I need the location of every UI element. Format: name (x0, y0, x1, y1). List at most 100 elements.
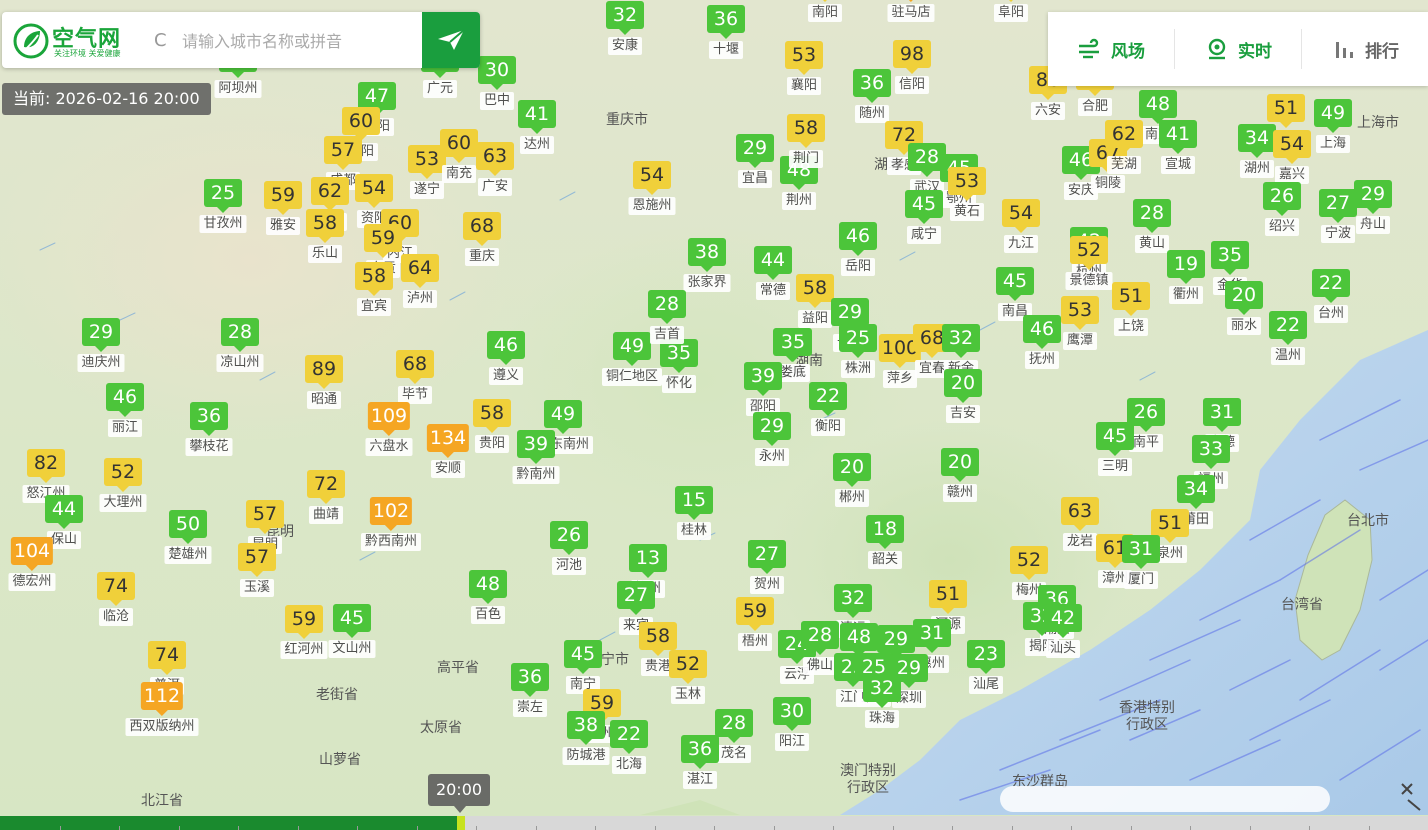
aqi-marker[interactable]: 59 (285, 605, 323, 639)
station-city-label[interactable]: 驻马店 (887, 4, 935, 22)
tab-wind[interactable]: 风场 (1048, 29, 1175, 69)
station-city-label[interactable]: 温州 (1270, 347, 1306, 365)
aqi-marker[interactable]: 38 (567, 711, 605, 745)
aqi-marker[interactable]: 51 (1267, 94, 1305, 128)
aqi-marker[interactable]: 42 (1044, 604, 1082, 638)
aqi-marker[interactable]: 28 (801, 621, 839, 655)
station-city-label[interactable]: 六安 (1030, 102, 1066, 120)
station-city-label[interactable]: 汕头 (1045, 640, 1081, 658)
station-city-label[interactable]: 株洲 (840, 360, 876, 378)
aqi-marker[interactable]: 45 (1096, 422, 1134, 456)
aqi-marker[interactable]: 58 (306, 209, 344, 243)
aqi-marker[interactable]: 32 (834, 584, 872, 618)
station-city-label[interactable]: 舟山 (1355, 216, 1391, 234)
aqi-marker[interactable]: 28 (221, 318, 259, 352)
aqi-marker[interactable]: 48 (469, 570, 507, 604)
aqi-marker[interactable]: 104 (10, 537, 54, 571)
aqi-marker[interactable]: 27 (617, 581, 655, 615)
aqi-marker[interactable]: 19 (1167, 250, 1205, 284)
aqi-marker[interactable]: 52 (1070, 236, 1108, 270)
station-city-label[interactable]: 茂名 (716, 745, 752, 763)
station-city-label[interactable]: 荆州 (781, 192, 817, 210)
aqi-marker[interactable]: 52 (669, 650, 707, 684)
station-city-label[interactable]: 景德镇 (1065, 272, 1113, 290)
aqi-marker[interactable]: 134 (426, 424, 470, 458)
aqi-marker[interactable]: 22 (1269, 311, 1307, 345)
station-city-label[interactable]: 河池 (551, 557, 587, 575)
station-city-label[interactable]: 铜仁地区 (601, 368, 663, 386)
aqi-marker[interactable]: 31 (1122, 535, 1160, 569)
aqi-marker[interactable]: 35 (774, 328, 812, 362)
site-logo[interactable]: 空气网 关注环境 关爱健康 (12, 21, 142, 61)
aqi-marker[interactable]: 52 (104, 458, 142, 492)
aqi-marker[interactable]: 58 (639, 622, 677, 656)
station-city-label[interactable]: 贺州 (749, 576, 785, 594)
station-city-label[interactable]: 龙岩 (1062, 533, 1098, 551)
station-city-label[interactable]: 衢州 (1168, 286, 1204, 304)
station-city-label[interactable]: 韶关 (867, 551, 903, 569)
aqi-marker[interactable]: 32 (606, 1, 644, 35)
station-city-label[interactable]: 玉林 (670, 686, 706, 704)
aqi-marker[interactable]: 29 (877, 625, 915, 659)
station-city-label[interactable]: 玉溪 (239, 579, 275, 597)
aqi-marker[interactable]: 34 (1177, 475, 1215, 509)
station-city-label[interactable]: 咸宁 (906, 226, 942, 244)
station-city-label[interactable]: 信阳 (894, 76, 930, 94)
aqi-marker[interactable]: 45 (996, 267, 1034, 301)
aqi-marker[interactable]: 27 (1319, 189, 1357, 223)
station-city-label[interactable]: 益阳 (797, 310, 833, 328)
aqi-marker[interactable]: 36 (707, 5, 745, 39)
aqi-marker[interactable]: 34 (1238, 124, 1276, 158)
aqi-marker[interactable]: 30 (478, 56, 516, 90)
station-city-label[interactable]: 台州 (1313, 305, 1349, 323)
station-city-label[interactable]: 三明 (1097, 458, 1133, 476)
station-city-label[interactable]: 南充 (441, 165, 477, 183)
station-city-label[interactable]: 安顺 (430, 460, 466, 478)
station-city-label[interactable]: 铜陵 (1090, 175, 1126, 193)
aqi-marker[interactable]: 28 (648, 290, 686, 324)
aqi-marker[interactable]: 26 (550, 521, 588, 555)
aqi-marker[interactable]: 62 (311, 177, 349, 211)
station-city-label[interactable]: 绍兴 (1264, 218, 1300, 236)
station-city-label[interactable]: 赣州 (942, 484, 978, 502)
aqi-marker[interactable]: 59 (364, 224, 402, 258)
station-city-label[interactable]: 吉首 (649, 326, 685, 344)
station-city-label[interactable]: 黄石 (949, 203, 985, 221)
station-city-label[interactable]: 合肥 (1077, 98, 1113, 116)
aqi-marker[interactable]: 31 (913, 619, 951, 653)
station-city-label[interactable]: 珠海 (864, 710, 900, 728)
station-city-label[interactable]: 崇左 (512, 699, 548, 717)
aqi-marker[interactable]: 59 (736, 597, 774, 631)
station-city-label[interactable]: 北海 (611, 756, 647, 774)
station-city-label[interactable]: 梧州 (737, 633, 773, 651)
station-city-label[interactable]: 抚州 (1024, 351, 1060, 369)
aqi-marker[interactable]: 72 (307, 470, 345, 504)
station-city-label[interactable]: 黔西南州 (360, 533, 422, 551)
aqi-marker[interactable]: 45 (564, 640, 602, 674)
aqi-marker[interactable]: 48 (840, 623, 878, 657)
station-city-label[interactable]: 攀枝花 (185, 438, 233, 456)
aqi-marker[interactable]: 39 (517, 430, 555, 464)
aqi-marker[interactable]: 58 (796, 274, 834, 308)
aqi-marker[interactable]: 25 (839, 324, 877, 358)
station-city-label[interactable]: 恩施州 (628, 197, 676, 215)
aqi-marker[interactable]: 64 (401, 254, 439, 288)
aqi-marker[interactable]: 20 (1225, 281, 1263, 315)
aqi-marker[interactable]: 49 (1314, 99, 1352, 133)
aqi-marker[interactable]: 27 (748, 540, 786, 574)
aqi-marker[interactable]: 102 (369, 497, 413, 531)
aqi-marker[interactable]: 41 (1159, 120, 1197, 154)
aqi-marker[interactable]: 45 (333, 604, 371, 638)
station-city-label[interactable]: 黔南州 (512, 466, 560, 484)
aqi-marker[interactable]: 49 (613, 332, 651, 366)
station-city-label[interactable]: 泸州 (402, 290, 438, 308)
station-city-label[interactable]: 六盘水 (365, 438, 413, 456)
aqi-marker[interactable]: 53 (948, 167, 986, 201)
station-city-label[interactable]: 大理州 (99, 494, 147, 512)
station-city-label[interactable]: 衡阳 (810, 418, 846, 436)
aqi-marker[interactable]: 60 (342, 107, 380, 141)
station-city-label[interactable]: 九江 (1003, 235, 1039, 253)
station-city-label[interactable]: 宜昌 (737, 170, 773, 188)
aqi-marker[interactable]: 82 (27, 449, 65, 483)
station-city-label[interactable]: 凉山州 (216, 354, 264, 372)
